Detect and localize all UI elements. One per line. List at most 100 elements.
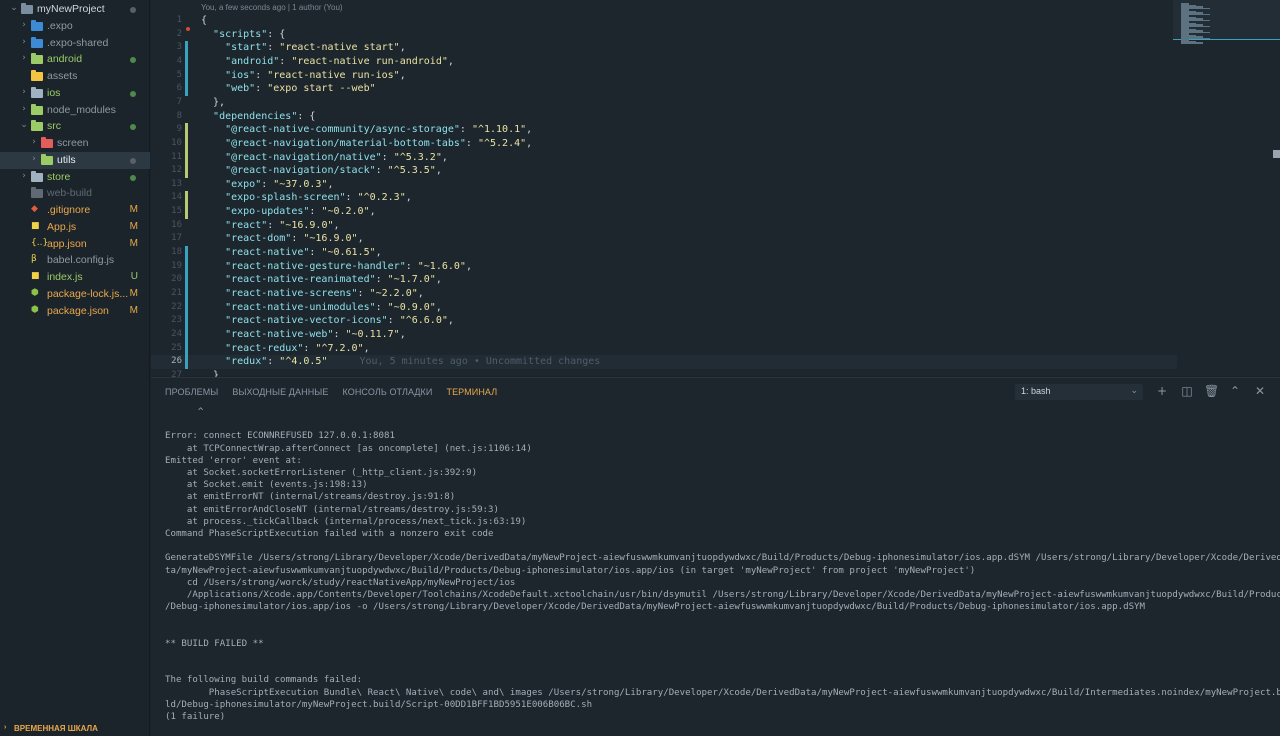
git-modified-gutter[interactable] — [185, 341, 188, 356]
git-modified-gutter[interactable] — [185, 287, 188, 301]
code-line[interactable]: 25 "react-redux": "^7.2.0", — [151, 341, 1177, 356]
code-line[interactable]: 6 "web": "expo start --web" — [151, 82, 1177, 96]
panel-tab[interactable]: КОНСОЛЬ ОТЛАДКИ — [342, 387, 432, 397]
file-row[interactable]: ■ index.js U — [0, 269, 150, 286]
json-string: "^6.6.0" — [399, 315, 448, 327]
folder-row[interactable]: › utils — [0, 151, 150, 169]
file-row[interactable]: ◆ .gitignore M — [0, 202, 150, 219]
code-line[interactable]: 23 "react-native-vector-icons": "^6.6.0"… — [151, 314, 1177, 328]
folder-row[interactable]: › store — [0, 169, 150, 186]
code-line[interactable]: 24 "react-native-web": "~0.11.7", — [151, 327, 1177, 342]
git-modified-gutter[interactable] — [185, 246, 188, 260]
chevron-right-icon: › — [22, 19, 26, 30]
file-row[interactable]: β babel.config.js — [0, 252, 150, 269]
git-modified-gutter[interactable] — [185, 273, 188, 288]
codelens-blame-header[interactable]: You, a few seconds ago | 1 author (You) — [201, 3, 343, 12]
panel-tab[interactable]: ВЫХОДНЫЕ ДАННЫЕ — [232, 387, 328, 397]
git-modified-gutter[interactable] — [185, 300, 188, 315]
code-line[interactable]: 12 "@react-navigation/stack": "^5.3.5", — [151, 164, 1177, 178]
code-line[interactable]: 4 "android": "react-native run-android", — [151, 54, 1177, 69]
git-modified-gutter[interactable] — [185, 41, 188, 55]
code-line[interactable]: 13 "expo": "~37.0.3", — [151, 178, 1177, 192]
code-line[interactable]: 1{ — [151, 14, 1177, 28]
split-terminal-icon[interactable]: ◫ — [1180, 384, 1194, 398]
tree-item-label: utils — [57, 153, 76, 166]
folder-row[interactable]: assets — [0, 68, 150, 85]
line-number: 26 — [171, 356, 182, 367]
file-row[interactable]: ⬢ package.json M — [0, 303, 150, 320]
punctuation — [201, 152, 225, 163]
timeline-section-header[interactable]: › ВРЕМЕННАЯ ШКАЛА — [0, 724, 150, 736]
punctuation: , — [417, 288, 424, 299]
code-line[interactable]: 5 "ios": "react-native run-ios", — [151, 68, 1177, 83]
code-line[interactable]: 9 "@react-native-community/async-storage… — [151, 123, 1177, 137]
code-line[interactable]: 17 "react-dom": "~16.9.0", — [151, 232, 1177, 246]
git-added-gutter[interactable] — [185, 191, 188, 206]
minimap[interactable] — [1173, 0, 1280, 160]
git-added-gutter[interactable] — [185, 150, 188, 165]
folder-row[interactable]: › ios — [0, 85, 150, 102]
git-added-gutter[interactable] — [185, 123, 188, 137]
git-modified-gutter[interactable] — [185, 259, 188, 274]
git-modified-gutter[interactable] — [185, 68, 188, 83]
chevron-right-icon: › — [22, 36, 26, 47]
new-terminal-plus-icon[interactable]: + — [1155, 384, 1169, 398]
git-modified-gutter[interactable] — [185, 327, 188, 342]
git-status-dot — [130, 90, 136, 97]
punctuation: , — [526, 124, 533, 136]
git-modified-gutter[interactable] — [185, 355, 188, 369]
git-added-gutter[interactable] — [185, 136, 188, 151]
folder-row[interactable]: › node_modules — [0, 102, 150, 119]
folder-row[interactable]: ⌄ src — [0, 118, 150, 135]
code-line[interactable]: 3 "start": "react-native start", — [151, 41, 1177, 55]
punctuation: , — [399, 69, 406, 81]
tree-item-label: screen — [57, 137, 89, 149]
close-panel-icon[interactable]: ✕ — [1253, 384, 1267, 398]
terminal-select[interactable]: 1: bash ⌄ — [1015, 384, 1143, 400]
code-line[interactable]: 7 }, — [151, 96, 1177, 110]
file-row[interactable]: ■ App.js M — [0, 219, 150, 236]
line-number: 23 — [171, 315, 182, 326]
json-key: "react-native-unimodules" — [225, 301, 376, 313]
code-line[interactable]: 21 "react-native-screens": "~2.2.0", — [151, 287, 1177, 301]
folder-row[interactable]: › android — [0, 51, 150, 68]
code-line[interactable]: 19 "react-native-gesture-handler": "~1.6… — [151, 259, 1177, 274]
scrollbar-thumb[interactable] — [1273, 150, 1280, 158]
code-line[interactable]: 22 "react-native-unimodules": "~0.9.0", — [151, 300, 1177, 315]
punctuation: : — [309, 247, 322, 259]
folder-row[interactable]: web-build — [0, 185, 150, 202]
folder-row[interactable]: › .expo-shared — [0, 35, 150, 52]
code-line[interactable]: 11 "@react-navigation/native": "^5.3.2", — [151, 150, 1177, 165]
code-line[interactable]: 10 "@react-navigation/material-bottom-ta… — [151, 136, 1177, 151]
git-added-gutter[interactable] — [185, 164, 188, 178]
trash-icon[interactable]: 🗑 — [1204, 384, 1219, 398]
punctuation: : — [381, 151, 394, 163]
code-line[interactable]: 16 "react": "~16.9.0", — [151, 219, 1177, 233]
code-line[interactable]: 14 "expo-splash-screen": "^0.2.3", — [151, 191, 1177, 206]
git-modified-gutter[interactable] — [185, 82, 188, 96]
file-row[interactable]: {..} app.json M — [0, 236, 150, 253]
code-line[interactable]: 20 "react-native-reanimated": "~1.7.0", — [151, 273, 1177, 288]
json-key: "dependencies" — [213, 110, 298, 122]
git-modified-gutter[interactable] — [185, 314, 188, 328]
git-added-gutter[interactable] — [185, 205, 188, 219]
code-line[interactable]: 2 "scripts": { — [151, 28, 1177, 42]
terminal-output[interactable]: ^ Error: connect ECONNREFUSED 127.0.0.1:… — [165, 406, 1280, 723]
js-file-icon: ■ — [31, 271, 40, 281]
panel-tab[interactable]: ТЕРМИНАЛ — [446, 387, 497, 397]
maximize-panel-chevron-up-icon[interactable]: ⌃ — [1228, 384, 1242, 398]
code-line[interactable]: 26 "redux": "^4.0.5" You, 5 minutes ago •… — [151, 355, 1177, 369]
folder-row[interactable]: ⌄ myNewProject — [0, 1, 150, 18]
folder-row[interactable]: › .expo — [0, 18, 150, 35]
code-line[interactable]: 15 "expo-updates": "~0.2.0", — [151, 205, 1177, 219]
punctuation — [201, 165, 225, 176]
line-number: 11 — [171, 151, 182, 162]
code-editor[interactable]: You, a few seconds ago | 1 author (You) … — [151, 0, 1280, 381]
panel-tab[interactable]: ПРОБЛЕМЫ — [165, 387, 218, 397]
code-line[interactable]: 18 "react-native": "~0.61.5", — [151, 246, 1177, 260]
file-row[interactable]: ⬢ package-lock.js... M — [0, 286, 150, 303]
code-line[interactable]: 8 "dependencies": { — [151, 110, 1177, 124]
git-modified-gutter[interactable] — [185, 54, 188, 69]
git-status-badge: M — [129, 237, 138, 249]
folder-row[interactable]: › screen — [0, 135, 150, 152]
